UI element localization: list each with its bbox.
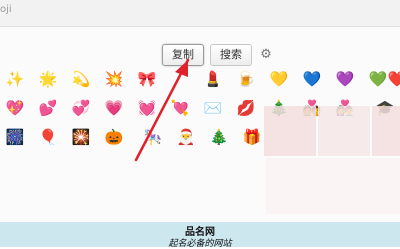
emoji-heart-arrow[interactable]: 💘 [169, 97, 191, 119]
emoji-sparkles[interactable]: ✨ [4, 68, 26, 90]
footer-banner: 品名网 起名必备的网站 [0, 222, 400, 249]
emoji-purple-heart[interactable]: 💜 [334, 68, 356, 90]
emoji-toolbar: 复制 搜索 ⚙ [162, 44, 274, 66]
emoji-jack-o-lantern[interactable]: 🎃 [103, 126, 125, 148]
emoji-gift[interactable]: 🎁 [241, 126, 263, 148]
emoji-collision[interactable]: 💥 [103, 68, 125, 90]
blurred-region [318, 106, 370, 156]
emoji-christmas-tree[interactable]: 🎄 [208, 126, 230, 148]
window-top-bar: oji [0, 0, 400, 27]
blurred-region [266, 158, 400, 214]
blurred-region [372, 106, 400, 156]
emoji-fireworks[interactable]: 🎆 [4, 126, 26, 148]
search-button[interactable]: 搜索 [210, 44, 252, 66]
emoji-growing-heart[interactable]: 💗 [103, 97, 125, 119]
emoji-love-letter[interactable]: ✉️ [202, 97, 224, 119]
emoji-beating-heart[interactable]: 💓 [136, 97, 158, 119]
emoji-glowing-star[interactable]: 🌟 [37, 68, 59, 90]
gear-icon[interactable]: ⚙ [258, 47, 274, 63]
emoji-drink[interactable]: 🍺 [235, 68, 257, 90]
emoji-sparkler[interactable]: 🎇 [70, 126, 92, 148]
emoji-blue-heart[interactable]: 💙 [301, 68, 323, 90]
footer-subtitle: 起名必备的网站 [168, 239, 232, 249]
emoji-kiss-mark[interactable]: 💋 [235, 97, 257, 119]
emoji-lipstick[interactable]: 💄 [202, 68, 224, 90]
window-title-fragment: oji [0, 4, 12, 15]
emoji-yellow-heart[interactable]: 💛 [268, 68, 290, 90]
emoji-ribbon[interactable]: 🎀 [136, 68, 158, 90]
emoji-red-heart[interactable]: ❤️ [386, 68, 400, 90]
blurred-region [264, 106, 316, 156]
emoji-sparkling-heart[interactable]: 💖 [4, 97, 26, 119]
emoji-carousel[interactable]: 🎠 [142, 126, 164, 148]
emoji-balloon[interactable]: 🎈 [37, 126, 59, 148]
emoji-two-hearts[interactable]: 💕 [37, 97, 59, 119]
copy-button[interactable]: 复制 [162, 44, 204, 66]
emoji-santa[interactable]: 🎅 [175, 126, 197, 148]
emoji-dizzy[interactable]: 💫 [70, 68, 92, 90]
emoji-revolving-hearts[interactable]: 💞 [70, 97, 92, 119]
